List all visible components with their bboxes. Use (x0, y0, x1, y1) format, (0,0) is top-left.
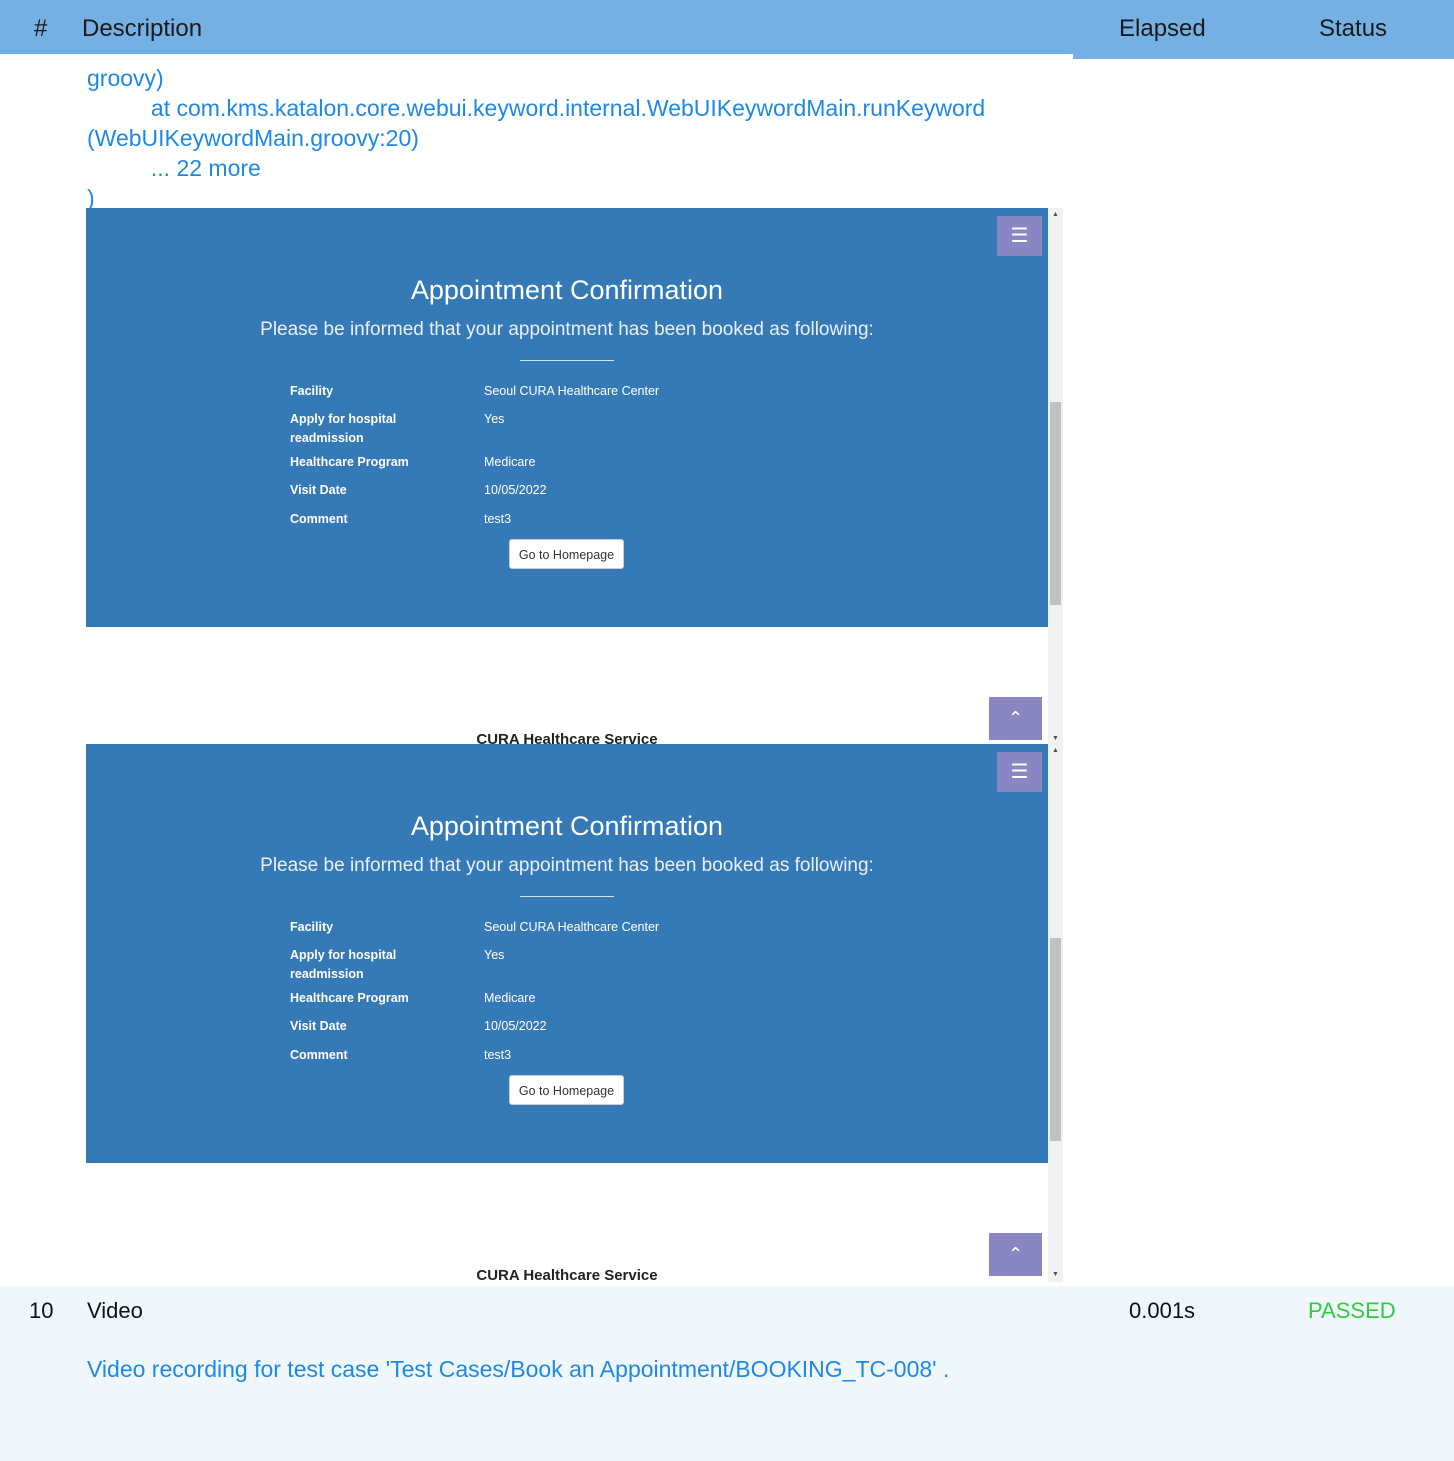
page-title: Appointment Confirmation (410, 275, 724, 305)
table-header: # Description Elapsed Status (0, 0, 1454, 59)
scrollbar-thumb[interactable] (1050, 938, 1061, 1141)
log-line: (WebUIKeywordMain.groovy:20) (87, 125, 419, 151)
column-header-number: # (34, 15, 48, 42)
scrollbar[interactable]: ▲ ▼ (1048, 208, 1063, 746)
screenshot-attachment: Appointment Confirmation Please be infor… (86, 744, 1063, 1282)
menu-icon[interactable]: ☰ (997, 752, 1042, 792)
field-value: Medicare (484, 991, 536, 1005)
divider (520, 896, 614, 897)
field-value: 10/05/2022 (484, 483, 547, 497)
field-value: Medicare (484, 455, 536, 469)
video-message-link[interactable]: Video recording for test case 'Test Case… (87, 1356, 949, 1383)
field-label: Apply for hospital readmission (290, 412, 397, 445)
field-label: Visit Date (290, 483, 347, 497)
log-line: groovy) (87, 65, 164, 91)
column-header-elapsed: Elapsed (1119, 15, 1206, 42)
log-line: at com.kms.katalon.core.webui.keyword.in… (87, 95, 986, 121)
column-header-description: Description (82, 15, 203, 42)
log-line: ... 22 more (87, 155, 261, 181)
menu-icon[interactable]: ☰ (997, 216, 1042, 256)
field-label: Comment (290, 512, 348, 526)
field-value: Seoul CURA Healthcare Center (484, 384, 660, 398)
column-header-status: Status (1319, 15, 1388, 42)
scroll-up-icon[interactable]: ▲ (1048, 208, 1063, 222)
field-label: Facility (290, 920, 334, 934)
confirmation-banner: Appointment Confirmation Please be infor… (86, 208, 1048, 627)
page-subtitle: Please be informed that your appointment… (260, 319, 874, 340)
field-value: test3 (484, 1048, 512, 1062)
field-value: Seoul CURA Healthcare Center (484, 920, 660, 934)
row-number: 10 (29, 1298, 54, 1323)
footer-title: CURA Healthcare Service (476, 1267, 658, 1282)
scroll-up-icon[interactable]: ▲ (1048, 744, 1063, 758)
table-row: 10 Video 0.001s PASSED Video recording f… (0, 1286, 1454, 1461)
field-label: Facility (290, 384, 334, 398)
scrollbar[interactable]: ▲ ▼ (1048, 744, 1063, 1282)
field-label: Visit Date (290, 1019, 347, 1033)
scroll-down-icon[interactable]: ▼ (1048, 1268, 1063, 1282)
go-to-homepage-button[interactable]: Go to Homepage (509, 1075, 624, 1105)
screenshot-attachment: Appointment Confirmation Please be infor… (86, 208, 1063, 746)
row-elapsed: 0.001s (1129, 1298, 1196, 1323)
field-label: Healthcare Program (290, 991, 409, 1005)
field-label: Healthcare Program (290, 455, 409, 469)
confirmation-banner: Appointment Confirmation Please be infor… (86, 744, 1048, 1163)
go-to-homepage-button[interactable]: Go to Homepage (509, 539, 624, 569)
header-divider (0, 54, 1073, 59)
scrollbar-thumb[interactable] (1050, 402, 1061, 605)
field-value: test3 (484, 512, 512, 526)
page-subtitle: Please be informed that your appointment… (260, 855, 874, 876)
field-label: Apply for hospital readmission (290, 948, 397, 981)
row-description: Video (87, 1298, 143, 1323)
status-badge: PASSED (1308, 1298, 1396, 1323)
page-title: Appointment Confirmation (410, 811, 724, 841)
field-label: Comment (290, 1048, 348, 1062)
field-value: 10/05/2022 (484, 1019, 547, 1033)
field-value: Yes (484, 948, 505, 962)
field-value: Yes (484, 412, 505, 426)
divider (520, 360, 614, 361)
